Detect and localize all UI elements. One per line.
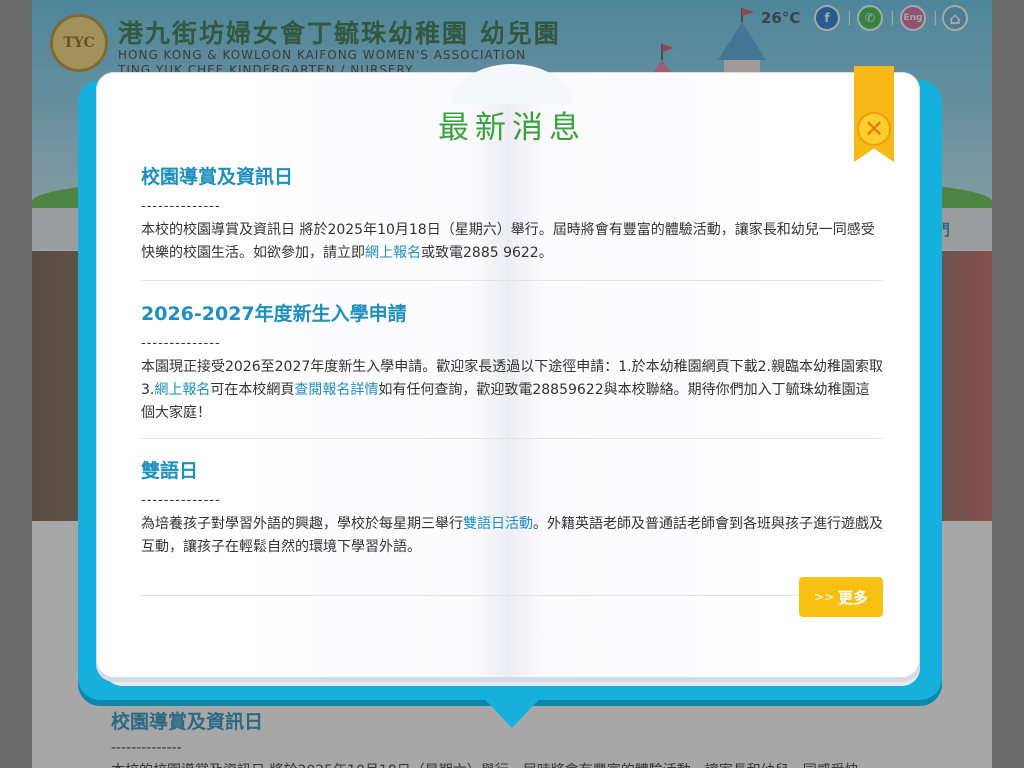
news-item-body: 本園現正接受2026至2027年度新生入學申請。歡迎家長透過以下途徑申請：1.於… (141, 356, 883, 422)
news-body-text: 可在本校網頁 (210, 382, 295, 398)
more-arrows-icon: >> (813, 590, 835, 604)
news-item-body: 本校的校園導賞及資訊日 將於2025年10月18日（星期六）舉行。屆時將會有豐富… (141, 219, 883, 265)
news-item: 2026-2027年度新生入學申請 -------------- 本園現正接受2… (141, 299, 883, 439)
news-item-title[interactable]: 校園導賞及資訊日 (141, 162, 883, 189)
news-item-title[interactable]: 雙語日 (141, 456, 883, 483)
news-item-body: 為培養孩子對學習外語的興趣，學校於每星期三舉行雙語日活動。外籍英語老師及普通話老… (141, 513, 883, 559)
close-button[interactable]: ✕ (857, 112, 891, 146)
news-item: 校園導賞及資訊日 -------------- 本校的校園導賞及資訊日 將於20… (141, 162, 883, 281)
news-inline-link[interactable]: 查閱報名詳情 (294, 382, 378, 398)
news-inline-link[interactable]: 網上報名 (154, 382, 210, 398)
news-body-text: 為培養孩子對學習外語的興趣，學校於每星期三舉行 (141, 516, 463, 532)
news-inline-link[interactable]: 網上報名 (365, 245, 421, 261)
news-item: 雙語日 -------------- 為培養孩子對學習外語的興趣，學校於每星期三… (141, 456, 883, 596)
news-body-text: 或致電2885 9622。 (421, 245, 553, 261)
more-news-button[interactable]: >> 更多 (799, 577, 883, 617)
news-item-divider: -------------- (141, 199, 221, 214)
news-list: 校園導賞及資訊日 -------------- 本校的校園導賞及資訊日 將於20… (141, 162, 883, 596)
news-inline-link[interactable]: 雙語日活動 (463, 516, 533, 532)
news-item-divider: -------------- (141, 336, 221, 351)
more-button-label: 更多 (838, 588, 869, 607)
news-item-title[interactable]: 2026-2027年度新生入學申請 (141, 299, 883, 326)
close-icon: ✕ (863, 115, 885, 143)
news-item-divider: -------------- (141, 493, 221, 508)
